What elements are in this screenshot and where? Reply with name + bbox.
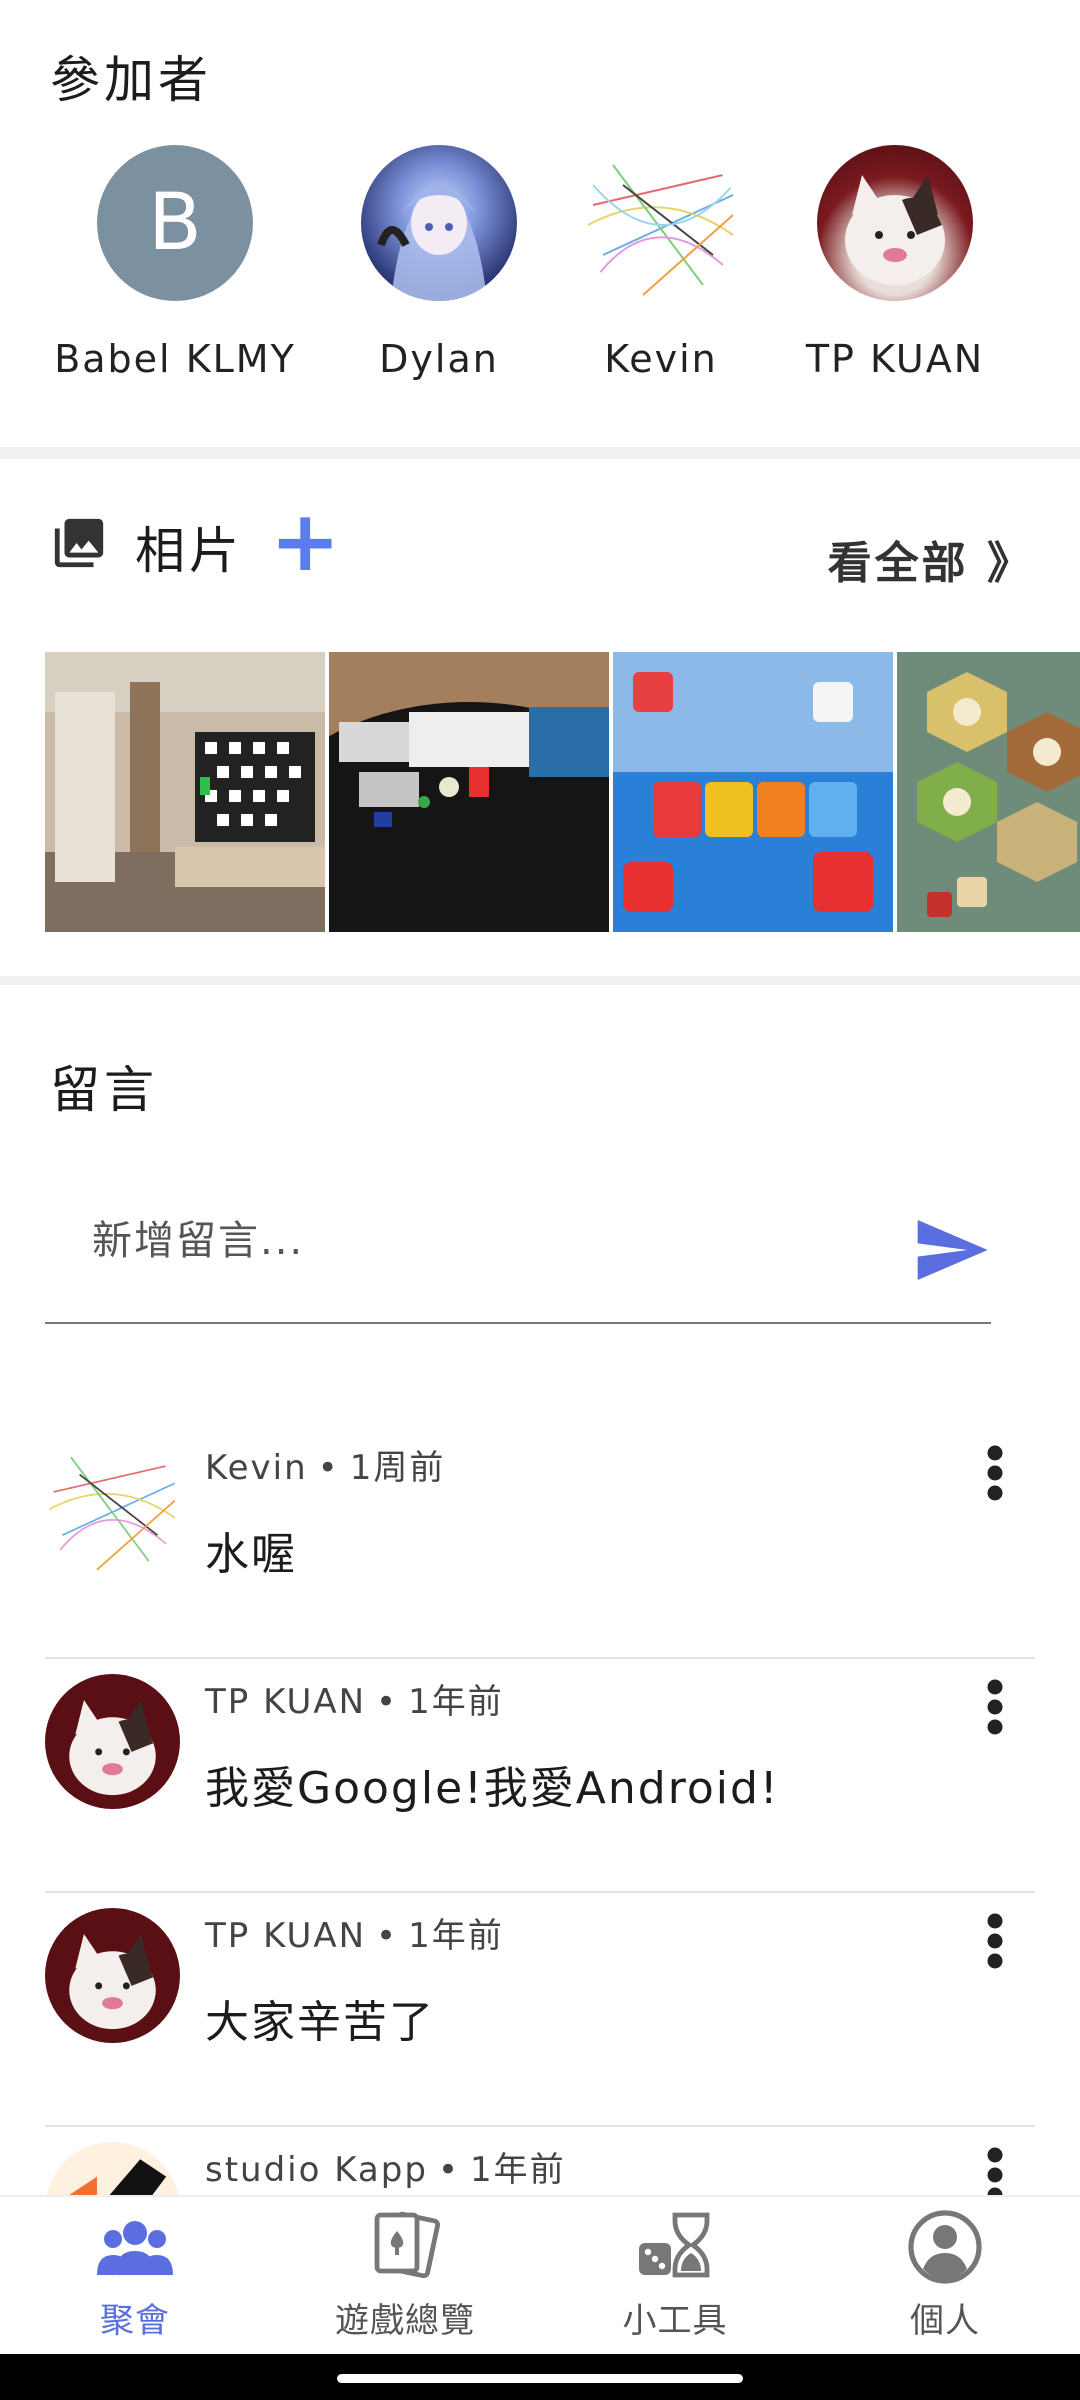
comment-author: TP KUAN (205, 1916, 367, 1956)
group-icon (97, 2221, 173, 2275)
comment-meta: studio Kapp • 1年前 (205, 2150, 566, 2190)
comment-meta: Kevin • 1周前 (205, 1448, 446, 1488)
comment-meta: TP KUAN • 1年前 (205, 1916, 504, 1956)
photo-library-icon (54, 518, 104, 568)
photo-thumbnail-room-tv[interactable] (45, 652, 325, 932)
comment-item: TP KUAN • 1年前 大家辛苦了 (45, 1893, 1035, 2127)
bottom-nav: 聚會 遊戲總覽 小工具 個人 (0, 2196, 1080, 2355)
comment-author: TP KUAN (205, 1682, 367, 1722)
comments-title: 留言 (50, 1061, 158, 1119)
comment-text: 我愛Google!我愛Android! (205, 1763, 780, 1814)
nav-tab-tools[interactable]: 小工具 (540, 2207, 810, 2342)
comment-input[interactable] (90, 1210, 894, 1272)
more-vert-icon[interactable] (975, 1443, 1015, 1503)
see-all-photos-link[interactable]: 看全部 》 (828, 527, 1034, 591)
avatar[interactable] (45, 1908, 180, 2043)
add-photo-button[interactable]: + (270, 499, 340, 583)
participant-name: Babel KLMY (54, 337, 296, 381)
comment-time: 1年前 (408, 1916, 504, 1956)
avatar[interactable] (45, 2142, 180, 2195)
nav-label: 小工具 (622, 2301, 728, 2341)
nav-label: 個人 (910, 2301, 980, 2341)
participant-name: Kevin (604, 337, 718, 381)
participants-title: 參加者 (50, 51, 212, 109)
comment-text: 大家辛苦了 (205, 1997, 435, 2048)
nav-tab-gatherings[interactable]: 聚會 (0, 2207, 270, 2342)
photos-card: 相片 + 看全部 》 (0, 459, 1080, 976)
more-vert-icon[interactable] (975, 1911, 1015, 1971)
comment-author: Kevin (205, 1448, 308, 1488)
more-vert-icon[interactable] (975, 1677, 1015, 1737)
nav-tab-profile[interactable]: 個人 (810, 2207, 1080, 2342)
comment-item: TP KUAN • 1年前 我愛Google!我愛Android! (45, 1659, 1035, 1893)
comment-time: 1年前 (470, 2150, 566, 2190)
photos-title: 相片 (135, 522, 243, 580)
photo-strip[interactable] (45, 652, 1080, 932)
system-gesture-bar (0, 2354, 1080, 2400)
avatar (583, 145, 739, 301)
participant-name: TP KUAN (805, 337, 985, 381)
comment-text: 水喔 (205, 1529, 297, 1580)
avatar (361, 145, 517, 301)
send-icon[interactable] (911, 1210, 991, 1290)
comment-author: studio Kapp (205, 2150, 428, 2190)
nav-label: 聚會 (100, 2301, 170, 2341)
comment-time: 1年前 (408, 1682, 504, 1722)
comment-time: 1周前 (349, 1448, 446, 1488)
avatar[interactable] (45, 1440, 180, 1575)
photo-thumbnail-game-dice[interactable] (613, 652, 893, 932)
participant-babel[interactable]: B Babel KLMY (50, 145, 300, 381)
more-vert-icon[interactable] (975, 2145, 1015, 2195)
participants-card: 參加者 B Babel KLMY Dylan Kevin TP KUAN (0, 0, 1080, 447)
avatar[interactable] (45, 1674, 180, 1809)
comment-item: studio Kapp • 1年前 (45, 2127, 1035, 2195)
profile-icon (908, 2210, 982, 2284)
comment-meta: TP KUAN • 1年前 (205, 1682, 504, 1722)
photo-thumbnail-boardgame-table[interactable] (329, 652, 609, 932)
comments-card: 留言 Kevin•1周前 水喔 (0, 985, 1080, 2195)
avatar: B (97, 145, 253, 301)
participant-kevin[interactable]: Kevin (536, 145, 786, 381)
participant-dylan[interactable]: Dylan (314, 145, 564, 381)
nav-tab-games[interactable]: 遊戲總覽 (270, 2207, 540, 2342)
home-indicator[interactable] (337, 2374, 743, 2383)
avatar (817, 145, 973, 301)
cards-icon (374, 2211, 441, 2279)
comment-input-row (45, 1180, 991, 1324)
dice-timer-icon (639, 2212, 710, 2278)
photo-thumbnail-catan-board[interactable] (897, 652, 1080, 932)
plus-icon: + (270, 492, 341, 590)
participant-tp-kuan[interactable]: TP KUAN (770, 145, 1020, 381)
comment-item: Kevin • 1周前 水喔 (45, 1425, 1035, 1659)
nav-label: 遊戲總覽 (335, 2301, 475, 2341)
participant-name: Dylan (379, 337, 499, 381)
